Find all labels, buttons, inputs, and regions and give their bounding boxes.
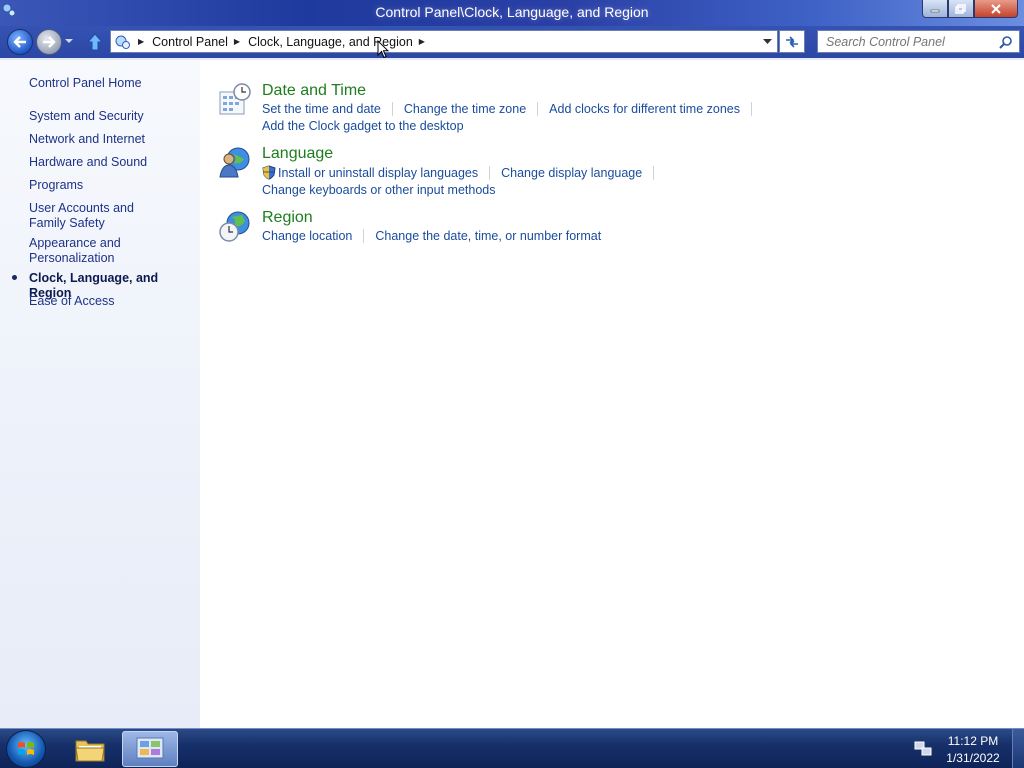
sidebar-item-appearance[interactable]: Appearance and Personalization (29, 236, 139, 266)
link-divider (489, 165, 491, 180)
window-title: Control Panel\Clock, Language, and Regio… (375, 4, 649, 20)
content-area: Control Panel Home System and Security N… (0, 58, 1024, 730)
link-divider (653, 165, 655, 180)
start-button[interactable] (6, 730, 46, 768)
link-add-clock-gadget[interactable]: Add the Clock gadget to the desktop (262, 119, 464, 133)
restore-icon (955, 3, 966, 14)
breadcrumb-control-panel[interactable]: Control Panel (152, 35, 228, 49)
sidebar-item-system-and-security[interactable]: System and Security (29, 109, 197, 124)
minimize-icon (930, 9, 940, 12)
link-change-time-zone[interactable]: Change the time zone (404, 102, 526, 116)
sidebar-item-network-and-internet[interactable]: Network and Internet (29, 132, 197, 147)
back-button[interactable] (7, 29, 33, 55)
language-icon[interactable] (218, 145, 252, 179)
taskbar-file-explorer[interactable] (62, 731, 118, 767)
taskbar: 11:12 PM 1/31/2022 (0, 728, 1024, 768)
link-change-keyboards[interactable]: Change keyboards or other input methods (262, 183, 495, 197)
folder-icon (75, 740, 105, 762)
minimize-button[interactable] (922, 0, 948, 18)
refresh-button[interactable] (779, 30, 805, 53)
link-change-display-language[interactable]: Change display language (501, 166, 642, 180)
shield-icon (262, 165, 276, 180)
link-change-date-time-number-format[interactable]: Change the date, time, or number format (375, 229, 601, 243)
main-panel: Date and Time Set the time and date Chan… (200, 60, 1024, 730)
forward-button[interactable] (36, 29, 62, 55)
search-box[interactable] (817, 30, 1020, 53)
link-set-time-and-date[interactable]: Set the time and date (262, 102, 381, 116)
system-clock[interactable]: 11:12 PM 1/31/2022 (936, 733, 1010, 767)
windows-logo-icon (18, 742, 34, 755)
close-button[interactable] (974, 0, 1018, 18)
link-install-uninstall-display-languages[interactable]: Install or uninstall display languages (278, 166, 478, 180)
control-panel-icon (115, 35, 130, 49)
date-time-icon[interactable] (218, 82, 252, 116)
restore-button[interactable] (948, 0, 974, 18)
forward-arrow-icon (43, 36, 56, 48)
sidebar-item-programs[interactable]: Programs (29, 178, 197, 193)
refresh-icon (786, 35, 798, 48)
navigation-bar: ▶ Control Panel ▶ Clock, Language, and R… (0, 26, 1024, 58)
chevron-down-icon (762, 38, 772, 44)
back-arrow-icon (13, 36, 26, 48)
breadcrumb-chevron-icon[interactable]: ▶ (419, 37, 425, 46)
sidebar-item-hardware-and-sound[interactable]: Hardware and Sound (29, 155, 197, 170)
clock-date: 1/31/2022 (946, 751, 1000, 765)
category-title-region[interactable]: Region (262, 209, 313, 227)
sidebar-item-ease-of-access[interactable]: Ease of Access (29, 294, 197, 309)
breadcrumb-chevron-icon[interactable]: ▶ (138, 37, 144, 46)
link-change-location[interactable]: Change location (262, 229, 352, 243)
network-icon[interactable] (914, 741, 932, 757)
link-divider (537, 102, 539, 116)
link-divider (391, 102, 393, 116)
mouse-cursor-icon (377, 40, 389, 59)
link-divider (363, 229, 365, 243)
title-bar[interactable]: Control Panel\Clock, Language, and Regio… (0, 0, 1024, 26)
control-panel-icon (136, 737, 164, 759)
category-title-date-and-time[interactable]: Date and Time (262, 82, 366, 100)
clock-time: 11:12 PM (947, 734, 999, 748)
address-bar[interactable]: ▶ Control Panel ▶ Clock, Language, and R… (110, 30, 778, 53)
recent-pages-dropdown-icon[interactable] (64, 36, 74, 46)
sidebar-item-control-panel-home[interactable]: Control Panel Home (29, 76, 197, 91)
current-item-bullet (12, 275, 17, 280)
address-dropdown-button[interactable] (759, 33, 775, 50)
link-add-clocks[interactable]: Add clocks for different time zones (549, 102, 740, 116)
breadcrumb-chevron-icon[interactable]: ▶ (234, 37, 240, 46)
sidebar: Control Panel Home System and Security N… (0, 60, 200, 730)
link-divider (751, 102, 752, 116)
sidebar-item-user-accounts[interactable]: User Accounts and Family Safety (29, 201, 174, 231)
show-desktop-button[interactable] (1012, 729, 1024, 768)
up-arrow-icon[interactable] (86, 32, 104, 52)
close-icon (991, 3, 1001, 14)
category-title-language[interactable]: Language (262, 145, 333, 163)
search-input[interactable] (818, 31, 998, 52)
taskbar-control-panel[interactable] (122, 731, 178, 767)
search-icon[interactable] (999, 35, 1013, 49)
region-icon[interactable] (218, 209, 252, 243)
